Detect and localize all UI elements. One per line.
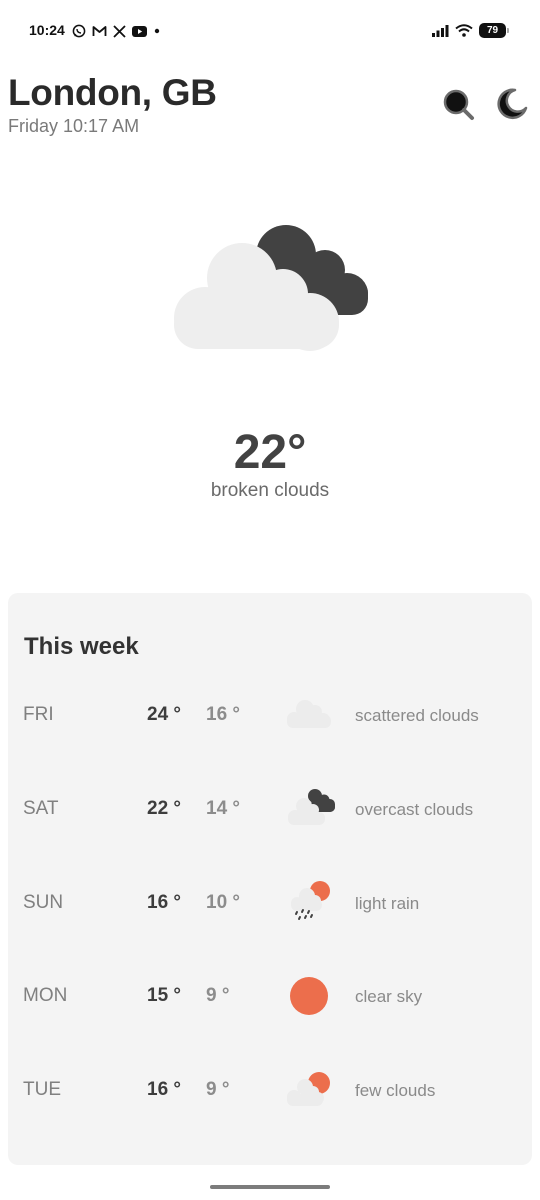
x-icon	[113, 24, 126, 38]
youtube-icon	[132, 25, 147, 37]
overcast-clouds-icon	[288, 789, 335, 825]
forecast-day: FRI	[23, 704, 54, 725]
forecast-row-fri: FRI 24 ° 16 ° scattered clouds	[8, 686, 532, 746]
city-title: London, GB	[8, 72, 217, 113]
header: London, GB Friday 10:17 AM	[0, 62, 540, 152]
moon-icon	[497, 88, 528, 120]
forecast-day: SAT	[23, 798, 59, 819]
few-clouds-icon	[287, 1072, 330, 1106]
forecast-description: scattered clouds	[355, 706, 479, 725]
forecast-day: MON	[23, 985, 68, 1006]
forecast-low: 9 °	[206, 985, 230, 1006]
local-datetime: Friday 10:17 AM	[8, 116, 140, 136]
forecast-description: clear sky	[355, 987, 423, 1006]
forecast-day: TUE	[23, 1079, 61, 1100]
home-indicator[interactable]	[210, 1185, 330, 1189]
broken-clouds-icon	[174, 225, 368, 351]
forecast-high: 15 °	[147, 985, 182, 1006]
forecast-low: 10 °	[206, 892, 241, 913]
clear-sky-icon	[290, 977, 328, 1015]
week-forecast-card: This week FRI 24 ° 16 ° scattered clouds…	[8, 593, 532, 1165]
theme-toggle-button[interactable]	[492, 84, 532, 124]
whatsapp-icon	[72, 24, 86, 38]
current-temperature: 22°	[233, 426, 307, 479]
battery-indicator: 79	[479, 23, 509, 38]
dot-icon	[154, 28, 160, 34]
forecast-low: 9 °	[206, 1079, 230, 1100]
forecast-high: 24 °	[147, 704, 182, 725]
system-icons: 79	[432, 23, 509, 38]
forecast-high: 16 °	[147, 1079, 182, 1100]
forecast-row-tue: TUE 16 ° 9 ° few clouds	[8, 1061, 532, 1121]
forecast-row-sat: SAT 22 ° 14 ° overcast clouds	[8, 780, 532, 840]
forecast-row-mon: MON 15 ° 9 ° clear sky	[8, 967, 532, 1027]
forecast-low: 14 °	[206, 798, 241, 819]
forecast-low: 16 °	[206, 704, 241, 725]
wifi-icon	[455, 24, 473, 37]
gmail-icon	[92, 26, 107, 36]
scattered-clouds-icon	[287, 700, 331, 728]
forecast-row-sun: SUN 16 ° 10 ° light rain	[8, 874, 532, 934]
notification-icons	[72, 24, 161, 38]
signal-icon	[432, 24, 449, 37]
forecast-description: light rain	[355, 894, 420, 913]
current-description: broken clouds	[210, 480, 330, 501]
light-rain-icon	[291, 881, 330, 920]
forecast-day: SUN	[23, 892, 64, 913]
search-button[interactable]	[438, 84, 478, 124]
search-icon	[443, 89, 474, 120]
status-bar: 10:24 79	[0, 0, 540, 62]
status-time: 10:24	[29, 22, 65, 38]
forecast-high: 16 °	[147, 892, 182, 913]
forecast-description: few clouds	[355, 1081, 436, 1100]
week-title: This week	[24, 633, 139, 660]
forecast-high: 22 °	[147, 798, 182, 819]
forecast-description: overcast clouds	[355, 800, 474, 819]
